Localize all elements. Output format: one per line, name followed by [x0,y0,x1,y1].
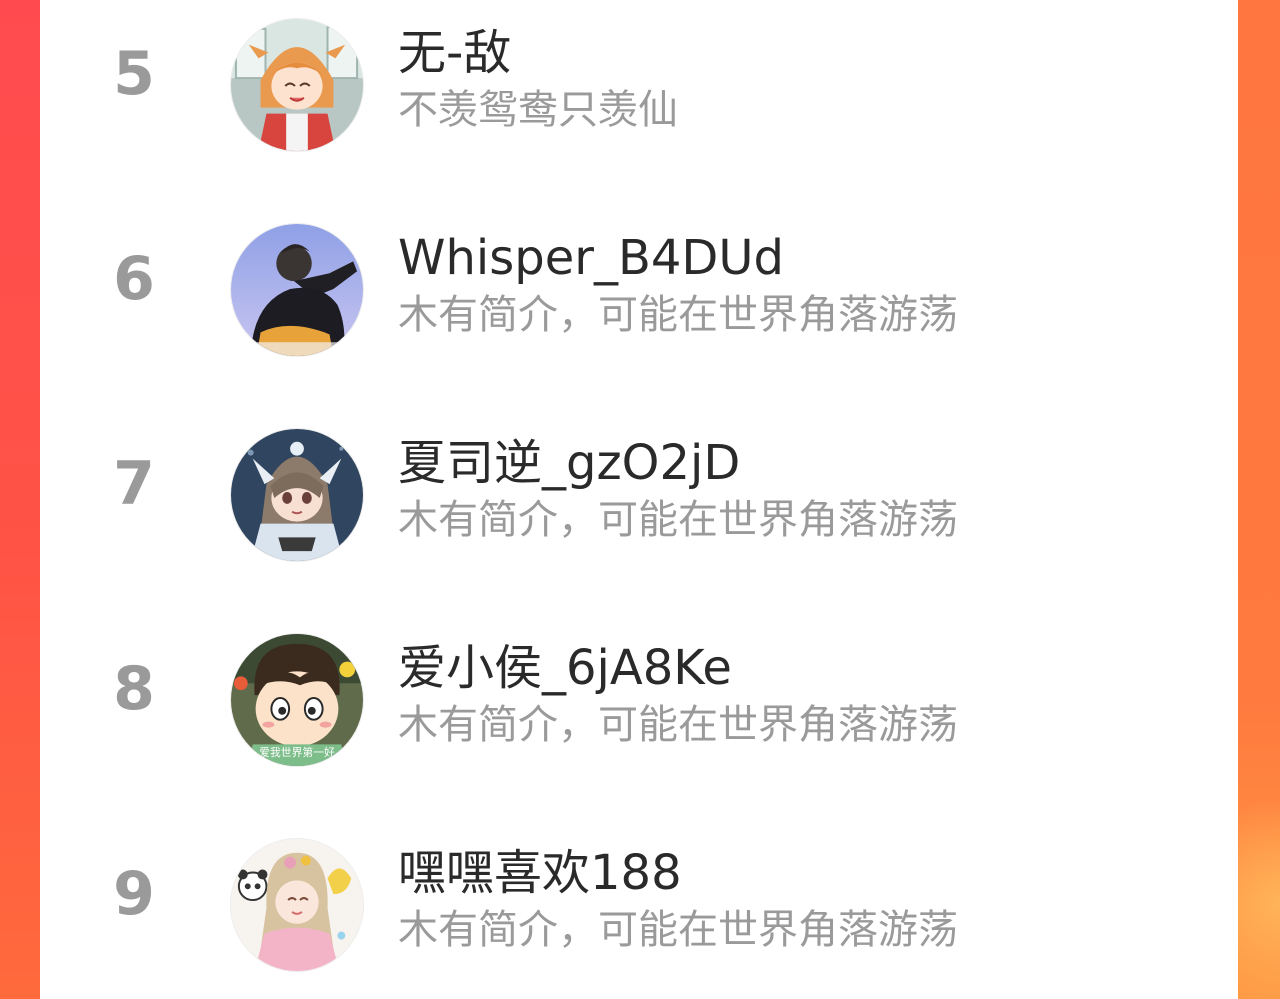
anime-girl-avatar-icon[interactable] [230,18,364,152]
ranking-list: 5 无-敌 不羡鸳鸯只羡仙 6 Whisper_B4DUd 木有简介，可能在世界… [40,0,1238,999]
list-item[interactable]: 5 无-敌 不羡鸳鸯只羡仙 [40,6,1238,156]
list-item[interactable]: 6 Whisper_B4DUd 木有简介，可能在世界角落游荡 [40,211,1238,361]
user-name[interactable]: 无-敌 [398,22,511,84]
rank-number: 5 [113,39,155,109]
user-name[interactable]: 嘿嘿喜欢188 [398,842,682,904]
user-name[interactable]: 爱小侯_6jA8Ke [398,637,732,699]
person-back-avatar-icon[interactable] [230,223,364,357]
avatar-caption: 爱我世界第一好 [259,745,335,759]
rank-number: 6 [113,244,155,314]
rank-number: 9 [113,859,155,929]
chibi-character-avatar-icon[interactable] [230,428,364,562]
user-name[interactable]: 夏司逆_gzO2jD [398,432,740,494]
user-bio: 木有简介，可能在世界角落游荡 [398,292,958,338]
user-bio: 木有简介，可能在世界角落游荡 [398,907,958,953]
pink-girl-panda-avatar-icon[interactable] [230,838,364,972]
cartoon-kid-avatar-icon[interactable]: 爱我世界第一好 [230,633,364,767]
user-bio: 木有简介，可能在世界角落游荡 [398,497,958,543]
list-item[interactable]: 8 爱我世界第一好 爱小侯_6jA8Ke 木有简介，可能在世界角落游荡 [40,621,1238,771]
rank-number: 8 [113,654,155,724]
user-bio: 不羡鸳鸯只羡仙 [398,87,678,133]
user-bio: 木有简介，可能在世界角落游荡 [398,702,958,748]
right-accent-border [1238,0,1280,999]
list-item[interactable]: 9 嘿嘿喜欢188 木有简介，可能在世界角落游荡 [40,826,1238,976]
left-accent-border [0,0,40,999]
user-name[interactable]: Whisper_B4DUd [398,227,784,289]
rank-number: 7 [113,449,155,519]
list-item[interactable]: 7 夏司逆_gzO2jD 木有简介，可能在世界角落游荡 [40,416,1238,566]
